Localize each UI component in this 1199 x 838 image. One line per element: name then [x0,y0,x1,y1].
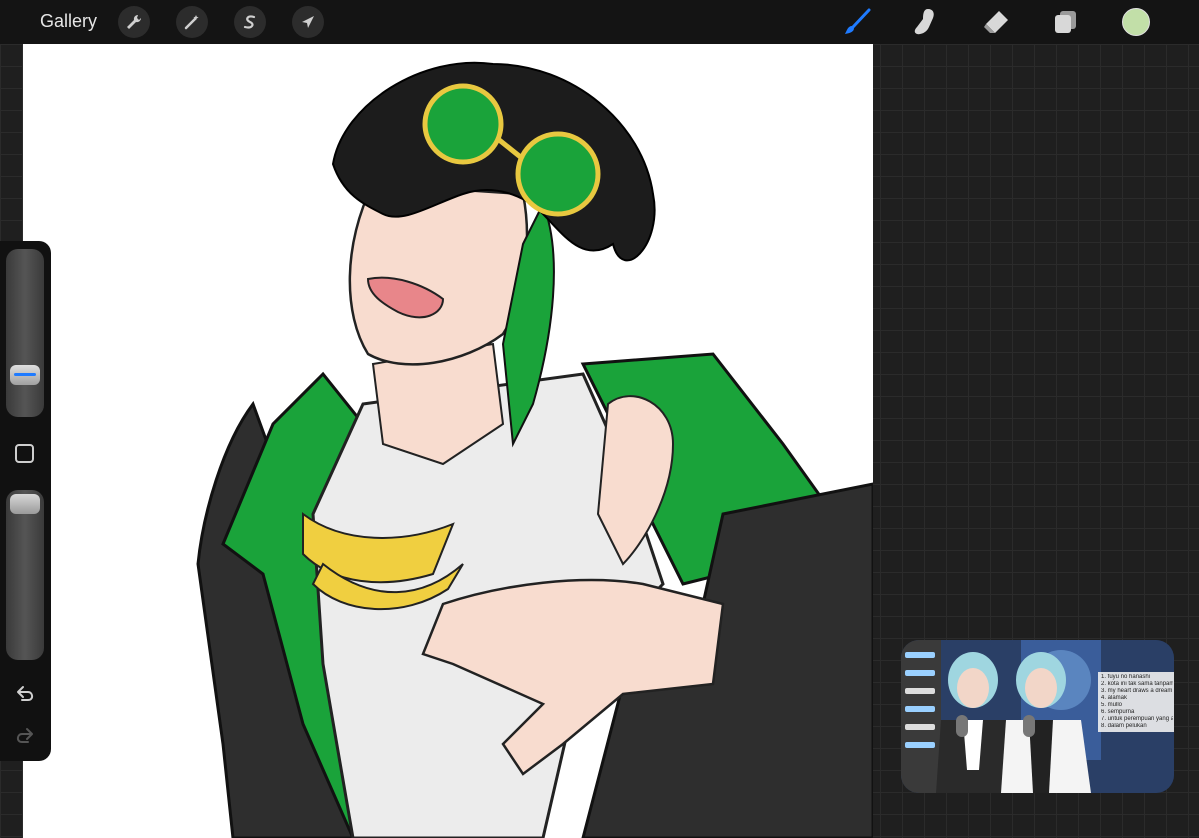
opacity-thumb[interactable] [10,494,40,514]
opacity-slider[interactable] [6,490,44,660]
redo-arrow-icon[interactable] [12,725,38,747]
lyric-line: 3. my heart draws a dream [1101,688,1173,694]
layers-icon[interactable] [1049,6,1083,38]
smudge-finger-icon[interactable] [908,6,942,38]
color-swatch[interactable] [1122,8,1150,36]
brush-size-thumb[interactable] [10,365,40,385]
lyric-line: 6. sempurna [1101,709,1135,715]
brush-sidebar [0,241,51,761]
character-artwork [196,61,873,838]
gallery-button[interactable]: Gallery [40,11,97,32]
wrench-icon[interactable] [118,6,150,38]
undo-arrow-icon[interactable] [12,683,38,705]
lyrics-panel: 1. fuyu no hanashi 2. kota ini tak sama … [1098,672,1174,732]
s-curve-icon[interactable] [234,6,266,38]
lyric-line: 8. dalam pelukan [1101,723,1147,729]
lyric-line: 4. alamak [1101,695,1128,701]
brush-icon[interactable] [840,6,874,38]
lyric-line: 7. untuk perempuan yang ada [1101,716,1173,722]
size-indicator [14,373,36,376]
brush-size-slider[interactable] [6,249,44,417]
square-icon[interactable] [15,444,34,463]
magic-wand-icon[interactable] [176,6,208,38]
arrow-cursor-icon[interactable] [292,6,324,38]
drawing-canvas[interactable] [23,44,873,838]
eraser-icon[interactable] [979,6,1013,38]
lyric-line: 2. kota ini tak sama tanpamu [1101,681,1173,687]
top-toolbar: Gallery [0,0,1199,44]
picture-in-picture-video[interactable]: 1. fuyu no hanashi 2. kota ini tak sama … [901,640,1174,793]
lyric-line: 1. fuyu no hanashi [1101,674,1151,680]
lyric-line: 5. mullo [1101,702,1123,708]
